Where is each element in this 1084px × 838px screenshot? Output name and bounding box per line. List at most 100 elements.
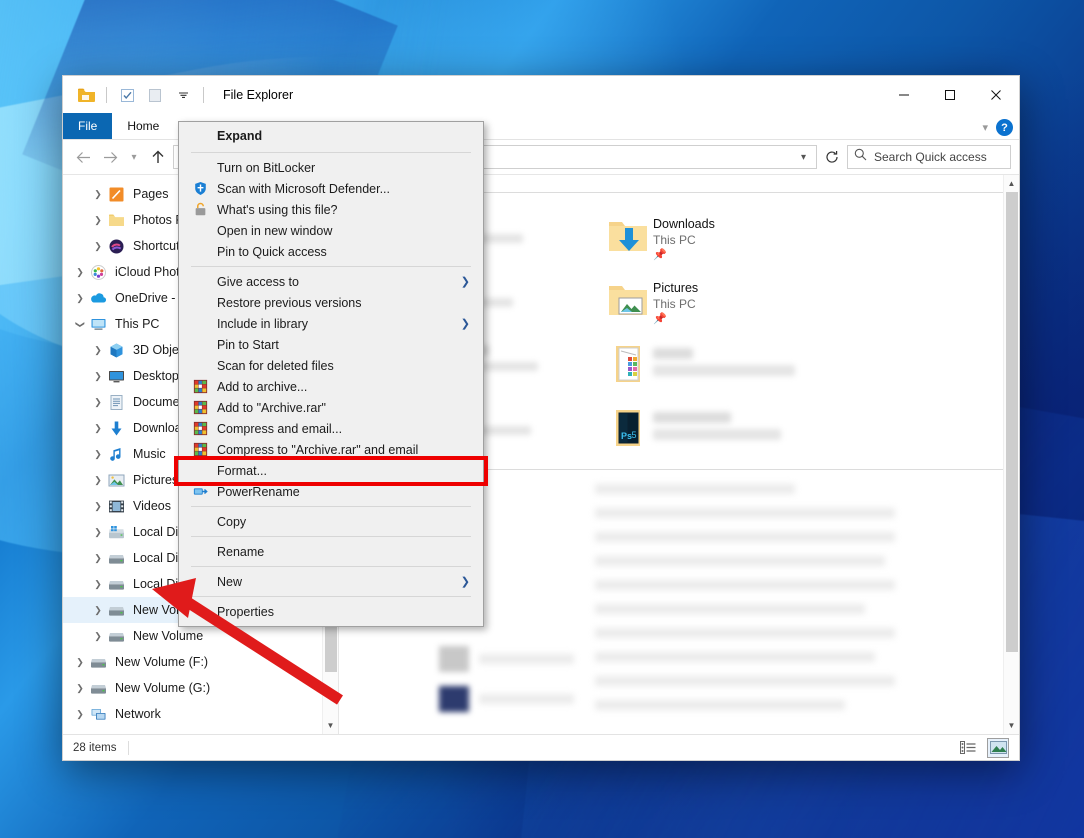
properties-icon[interactable]: [116, 84, 138, 106]
list-item-downloads[interactable]: Downloads This PC 📌: [597, 207, 847, 271]
chevron-right-icon[interactable]: ❯: [71, 709, 89, 720]
context-menu[interactable]: Expand Turn on BitLocker Scan with Microso…: [174, 121, 488, 627]
menu-item-what-s-using-this-file[interactable]: What's using this file?: [179, 199, 483, 220]
chevron-right-icon[interactable]: ❯: [89, 345, 107, 356]
menu-item-pin-to-start[interactable]: Pin to Start: [179, 334, 483, 355]
menu-item-copy[interactable]: Copy: [179, 511, 483, 532]
list-item[interactable]: Ps 5: [597, 399, 847, 463]
menu-item-label: What's using this file?: [217, 202, 338, 217]
chevron-right-icon[interactable]: ❯: [71, 683, 89, 694]
content-scroll-up-button[interactable]: ▲: [1004, 175, 1019, 192]
menu-item-rename[interactable]: Rename: [179, 541, 483, 562]
chevron-right-icon[interactable]: ❯: [89, 553, 107, 564]
chevron-down-icon[interactable]: ▾: [982, 121, 988, 134]
menu-item-include-in-library[interactable]: Include in library ❯: [179, 313, 483, 334]
menu-item-compress-to-archive-rar-and-email[interactable]: Compress to "Archive.rar" and email: [179, 439, 483, 460]
menu-item-open-in-new-window[interactable]: Open in new window: [179, 220, 483, 241]
details-view-button[interactable]: [957, 738, 979, 758]
content-scroll-thumb[interactable]: [1006, 192, 1018, 652]
menu-item-add-to-archive-rar[interactable]: Add to "Archive.rar": [179, 397, 483, 418]
up-button[interactable]: [146, 145, 170, 169]
downloads-folder-icon: [603, 212, 653, 260]
menu-item-turn-on-bitlocker[interactable]: Turn on BitLocker: [179, 157, 483, 178]
sidebar-item-new-volume-g[interactable]: ❯ New Volume (G:): [63, 675, 338, 701]
chevron-right-icon[interactable]: ❯: [89, 449, 107, 460]
title-bar: File Explorer: [63, 76, 1019, 114]
documents-icon: [107, 393, 126, 412]
content-scroll-down-button[interactable]: ▼: [1004, 717, 1019, 734]
network-icon: [89, 705, 108, 724]
menu-item-label: Turn on BitLocker: [217, 160, 316, 175]
blurred-row: [479, 654, 574, 664]
sidebar-item-label: Videos: [133, 499, 171, 513]
help-button[interactable]: ?: [996, 119, 1013, 136]
forward-button[interactable]: [98, 145, 122, 169]
tab-home[interactable]: Home: [112, 113, 174, 139]
desktop-icon: [107, 367, 126, 386]
chevron-right-icon[interactable]: ❯: [89, 241, 107, 252]
menu-item-add-to-archive[interactable]: Add to archive...: [179, 376, 483, 397]
back-button[interactable]: [71, 145, 95, 169]
blurred-row: [595, 628, 895, 638]
sidebar-item-label: Music: [133, 447, 166, 461]
chevron-right-icon[interactable]: ❯: [89, 631, 107, 642]
list-item[interactable]: [597, 335, 847, 399]
menu-item-icon-placeholder: [189, 128, 211, 144]
photoshop-folder-icon: Ps 5: [603, 404, 653, 452]
maximize-button[interactable]: [927, 76, 973, 114]
sidebar-item-new-volume-f[interactable]: ❯ New Volume (F:): [63, 649, 338, 675]
chevron-down-icon[interactable]: ❯: [75, 315, 86, 333]
tab-file[interactable]: File: [63, 113, 113, 139]
content-scrollbar[interactable]: ▲ ▼: [1003, 175, 1019, 734]
chevron-right-icon[interactable]: ❯: [71, 657, 89, 668]
tab-home-label: Home: [127, 119, 160, 133]
minimize-button[interactable]: [881, 76, 927, 114]
chevron-right-icon[interactable]: ❯: [89, 527, 107, 538]
menu-item-give-access-to[interactable]: Give access to ❯: [179, 271, 483, 292]
chevron-right-icon[interactable]: ❯: [89, 475, 107, 486]
chevron-right-icon[interactable]: ❯: [89, 189, 107, 200]
sidebar-item-network[interactable]: ❯ Network: [63, 701, 338, 727]
menu-item-format[interactable]: Format...: [174, 456, 488, 486]
menu-item-expand[interactable]: Expand: [179, 124, 483, 148]
large-icons-view-button[interactable]: [987, 737, 1009, 758]
menu-item-restore-previous-versions[interactable]: Restore previous versions: [179, 292, 483, 313]
chevron-right-icon[interactable]: ❯: [89, 579, 107, 590]
menu-item-powerrename[interactable]: PowerRename: [179, 481, 483, 502]
customize-dropdown-icon[interactable]: [172, 84, 194, 106]
chevron-right-icon[interactable]: ❯: [89, 423, 107, 434]
menu-item-compress-and-email[interactable]: Compress and email...: [179, 418, 483, 439]
chevron-right-icon[interactable]: ❯: [89, 371, 107, 382]
window-title: File Explorer: [223, 88, 294, 102]
menu-item-pin-to-quick-access[interactable]: Pin to Quick access: [179, 241, 483, 262]
list-item-subtitle: This PC: [653, 297, 696, 311]
chevron-right-icon[interactable]: ❯: [89, 605, 107, 616]
chevron-right-icon[interactable]: ❯: [71, 293, 89, 304]
close-button[interactable]: [973, 76, 1019, 114]
chevron-right-icon[interactable]: ❯: [89, 501, 107, 512]
chevron-right-icon[interactable]: ❯: [71, 267, 89, 278]
menu-item-properties[interactable]: Properties: [179, 601, 483, 622]
search-input[interactable]: Search Quick access: [847, 145, 1011, 169]
menu-item-new[interactable]: New ❯: [179, 571, 483, 592]
blurred-row: [595, 532, 895, 542]
menu-item-label: Copy: [217, 514, 247, 529]
refresh-button[interactable]: [820, 145, 844, 169]
menu-item-scan-with-microsoft-defender[interactable]: Scan with Microsoft Defender...: [179, 178, 483, 199]
tab-file-label: File: [78, 119, 98, 133]
drive-icon: [107, 549, 126, 568]
menu-item-icon-placeholder: [189, 244, 211, 260]
nav-scroll-down-button[interactable]: ▼: [323, 717, 338, 734]
chevron-right-icon[interactable]: ❯: [89, 397, 107, 408]
address-dropdown-icon[interactable]: ▾: [795, 152, 812, 163]
new-folder-icon[interactable]: [144, 84, 166, 106]
toolbar-divider: [106, 87, 107, 103]
chevron-right-icon[interactable]: ❯: [89, 215, 107, 226]
list-item-pictures[interactable]: Pictures This PC 📌: [597, 271, 847, 335]
folder-icon[interactable]: [75, 84, 97, 106]
menu-item-label: Include in library: [217, 316, 309, 331]
recent-locations-button[interactable]: ▾: [125, 145, 143, 169]
menu-item-icon-placeholder: [189, 574, 211, 590]
menu-item-label: Pin to Quick access: [217, 244, 327, 259]
menu-item-scan-for-deleted-files[interactable]: Scan for deleted files: [179, 355, 483, 376]
